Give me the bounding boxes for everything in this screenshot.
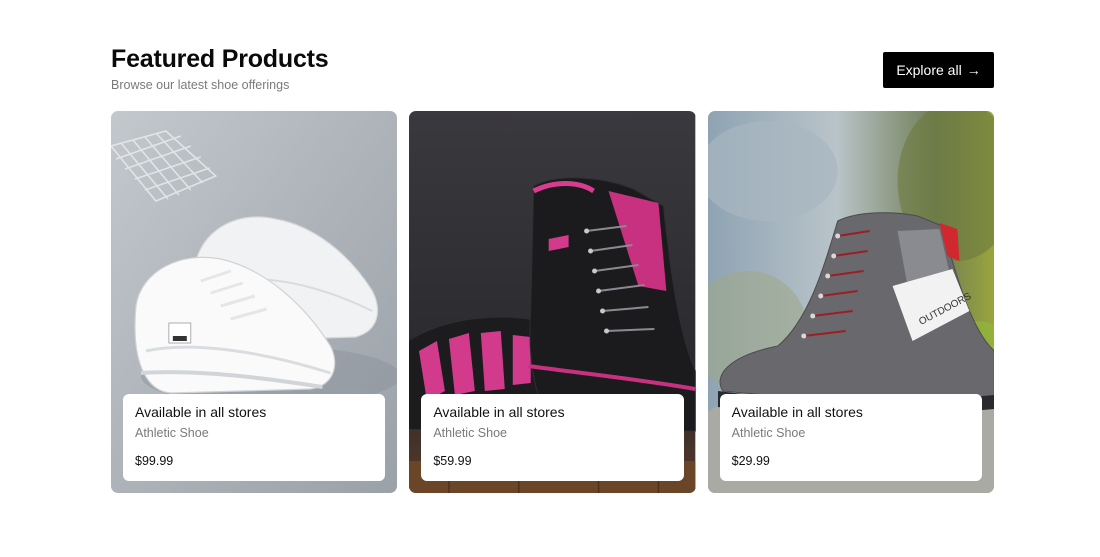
- explore-all-button[interactable]: Explore all →: [883, 52, 994, 88]
- explore-all-label: Explore all: [896, 62, 962, 78]
- product-category: Athletic Shoe: [135, 426, 209, 440]
- product-category: Athletic Shoe: [433, 426, 507, 440]
- product-price: $99.99: [135, 454, 174, 468]
- heading-group: Featured Products Browse our latest shoe…: [111, 44, 329, 93]
- arrow-right-icon: →: [966, 62, 981, 78]
- product-price: $29.99: [731, 454, 770, 468]
- product-price: $59.99: [433, 454, 472, 468]
- product-availability: Available in all stores: [731, 404, 863, 420]
- product-card[interactable]: OUTDOORS Available in all stores Athleti…: [707, 111, 994, 493]
- product-category: Athletic Shoe: [731, 426, 806, 440]
- product-info: Available in all stores Athletic Shoe $5…: [421, 394, 684, 481]
- product-grid: Available in all stores Athletic Shoe $9…: [111, 111, 994, 493]
- product-card[interactable]: Available in all stores Athletic Shoe $5…: [409, 111, 696, 493]
- product-availability: Available in all stores: [135, 404, 267, 420]
- product-card[interactable]: Available in all stores Athletic Shoe $9…: [111, 111, 398, 493]
- section-subtitle: Browse our latest shoe offerings: [111, 78, 290, 92]
- product-info: Available in all stores Athletic Shoe $2…: [719, 394, 982, 481]
- featured-products-section: Featured Products Browse our latest shoe…: [111, 44, 994, 493]
- section-header: Featured Products Browse our latest shoe…: [111, 44, 994, 111]
- product-info: Available in all stores Athletic Shoe $9…: [123, 394, 386, 481]
- section-title: Featured Products: [111, 45, 329, 73]
- product-availability: Available in all stores: [433, 404, 565, 420]
